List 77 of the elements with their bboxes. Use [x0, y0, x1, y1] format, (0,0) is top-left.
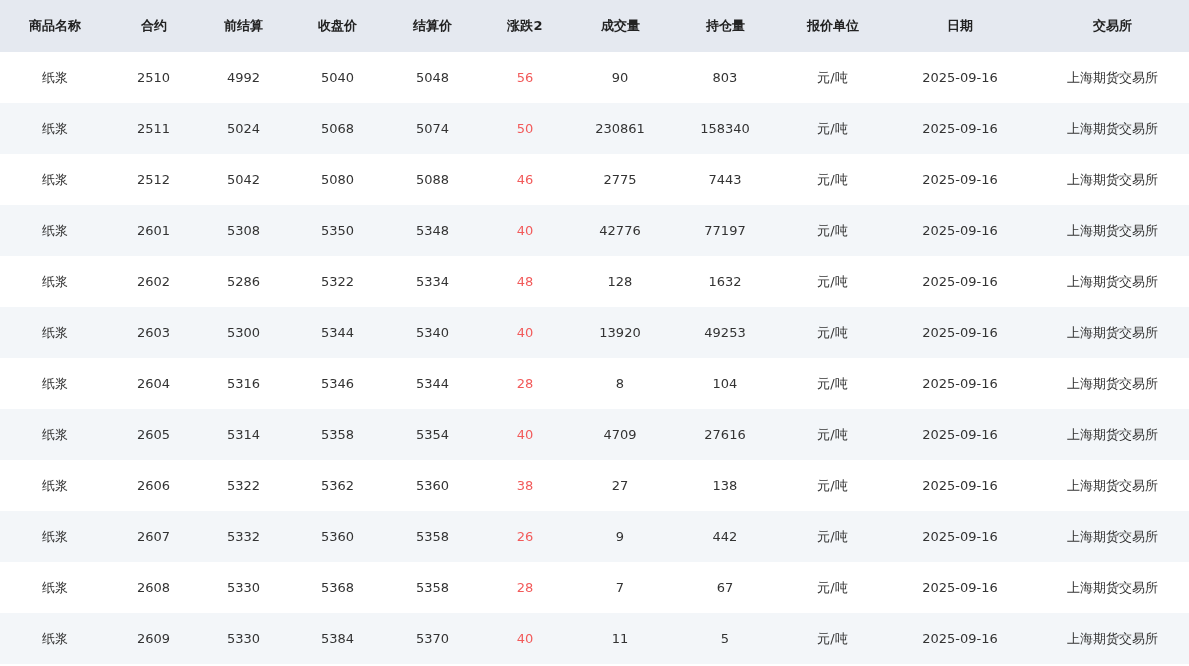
table-cell: 上海期货交易所	[1035, 613, 1189, 664]
column-header: 涨跌2	[480, 0, 570, 52]
column-header: 成交量	[570, 0, 670, 52]
table-cell: 5370	[385, 613, 480, 664]
table-cell: 上海期货交易所	[1035, 307, 1189, 358]
column-header: 持仓量	[670, 0, 780, 52]
table-cell: 2511	[110, 103, 197, 154]
column-header: 结算价	[385, 0, 480, 52]
table-cell: 11	[570, 613, 670, 664]
table-cell: 元/吨	[780, 103, 885, 154]
table-cell: 5	[670, 613, 780, 664]
column-header: 商品名称	[0, 0, 110, 52]
table-cell: 5358	[385, 511, 480, 562]
table-cell: 2025-09-16	[885, 511, 1035, 562]
table-cell: 2609	[110, 613, 197, 664]
table-cell: 上海期货交易所	[1035, 511, 1189, 562]
column-header: 日期	[885, 0, 1035, 52]
table-cell: 纸浆	[0, 409, 110, 460]
table-cell: 2025-09-16	[885, 409, 1035, 460]
table-cell: 49253	[670, 307, 780, 358]
table-cell: 5358	[290, 409, 385, 460]
table-cell: 442	[670, 511, 780, 562]
table-cell: 纸浆	[0, 103, 110, 154]
table-cell: 5348	[385, 205, 480, 256]
table-cell: 9	[570, 511, 670, 562]
table-cell: 元/吨	[780, 205, 885, 256]
table-cell: 230861	[570, 103, 670, 154]
table-cell: 元/吨	[780, 307, 885, 358]
table-cell: 5074	[385, 103, 480, 154]
table-cell: 2025-09-16	[885, 205, 1035, 256]
table-cell: 元/吨	[780, 409, 885, 460]
table-cell: 元/吨	[780, 613, 885, 664]
table-cell: 50	[480, 103, 570, 154]
table-cell: 40	[480, 409, 570, 460]
table-cell: 纸浆	[0, 307, 110, 358]
table-cell: 4709	[570, 409, 670, 460]
table-cell: 上海期货交易所	[1035, 205, 1189, 256]
table-cell: 纸浆	[0, 511, 110, 562]
table-cell: 5354	[385, 409, 480, 460]
table-cell: 40	[480, 613, 570, 664]
table-cell: 5314	[197, 409, 290, 460]
table-cell: 上海期货交易所	[1035, 409, 1189, 460]
table-cell: 13920	[570, 307, 670, 358]
table-cell: 5350	[290, 205, 385, 256]
table-cell: 5340	[385, 307, 480, 358]
table-cell: 5024	[197, 103, 290, 154]
table-cell: 27616	[670, 409, 780, 460]
table-cell: 纸浆	[0, 613, 110, 664]
table-cell: 42776	[570, 205, 670, 256]
table-cell: 5068	[290, 103, 385, 154]
table-cell: 5332	[197, 511, 290, 562]
column-header: 合约	[110, 0, 197, 52]
column-header: 报价单位	[780, 0, 885, 52]
table-cell: 上海期货交易所	[1035, 103, 1189, 154]
table-cell: 158340	[670, 103, 780, 154]
column-header: 前结算	[197, 0, 290, 52]
column-header: 收盘价	[290, 0, 385, 52]
table-cell: 5384	[290, 613, 385, 664]
table-cell: 2605	[110, 409, 197, 460]
table-cell: 2025-09-16	[885, 307, 1035, 358]
table-cell: 2603	[110, 307, 197, 358]
table-cell: 元/吨	[780, 511, 885, 562]
table-cell: 5344	[290, 307, 385, 358]
table-cell: 2025-09-16	[885, 103, 1035, 154]
table-cell: 2025-09-16	[885, 613, 1035, 664]
table-cell: 40	[480, 307, 570, 358]
table-cell: 5360	[290, 511, 385, 562]
column-header: 交易所	[1035, 0, 1189, 52]
table-cell: 5330	[197, 613, 290, 664]
table-cell: 26	[480, 511, 570, 562]
table-cell: 40	[480, 205, 570, 256]
table-cell: 5308	[197, 205, 290, 256]
table-cell: 77197	[670, 205, 780, 256]
table-cell: 2607	[110, 511, 197, 562]
table-cell: 纸浆	[0, 205, 110, 256]
table-cell: 5300	[197, 307, 290, 358]
table-cell: 2601	[110, 205, 197, 256]
